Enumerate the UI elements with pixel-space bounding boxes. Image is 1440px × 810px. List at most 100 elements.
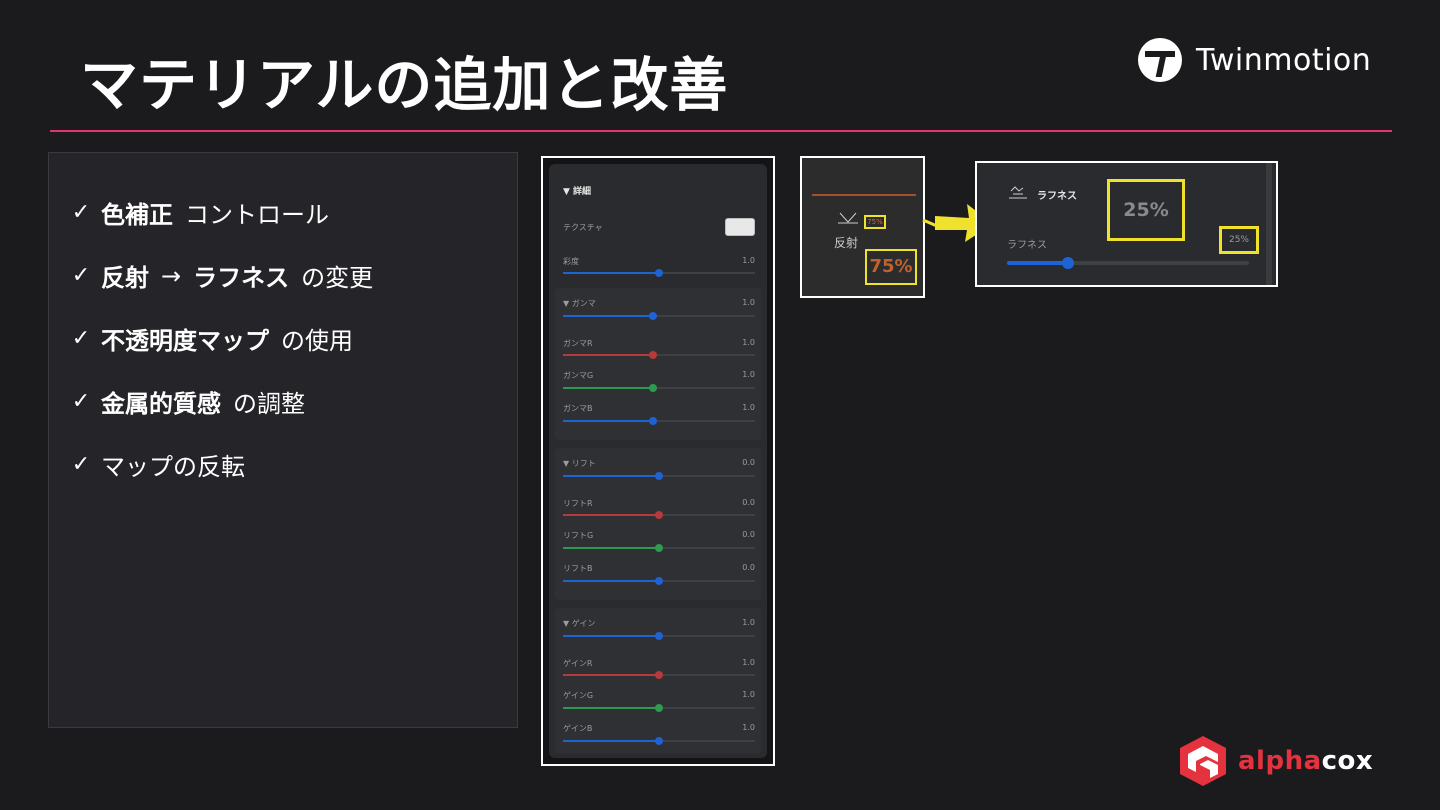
slider-knob[interactable]	[655, 671, 663, 679]
gamma-r-value: 1.0	[742, 338, 755, 347]
lift-b-slider[interactable]	[563, 577, 755, 585]
slider-fill	[563, 740, 659, 742]
gamma-b-label: ガンマB	[563, 404, 593, 413]
slider-fill	[563, 272, 659, 274]
reflection-value-zoom: 75%	[865, 249, 917, 285]
check-icon: ✓	[71, 263, 91, 288]
gamma-r-label: ガンマR	[563, 339, 593, 348]
alphacox-wordmark-alpha: alpha	[1238, 746, 1322, 776]
slider-knob[interactable]	[655, 704, 663, 712]
gain-b-label: ゲインB	[563, 724, 593, 733]
list-item: ✓ 不透明度マップ の使用	[61, 307, 517, 370]
gain-value: 1.0	[742, 618, 755, 627]
list-item: ✓ 金属的質感 の調整	[61, 370, 517, 433]
gain-r-slider[interactable]	[563, 671, 755, 679]
title-divider	[50, 130, 1392, 132]
roughness-value-zoom: 25%	[1107, 179, 1185, 241]
material-settings-panel: ▼ 詳細 テクスチャ 彩度 1.0 ▼ ガンマ 1.0 ガンマR 1.0 ガンマ…	[549, 164, 767, 758]
lift-r-label: リフトR	[563, 499, 593, 508]
texture-swatch[interactable]	[725, 218, 755, 236]
slider-knob[interactable]	[649, 417, 658, 425]
slider-fill	[563, 547, 659, 549]
lift-group-label[interactable]: ▼ リフト	[563, 458, 596, 469]
reflection-label: 反射	[834, 236, 859, 250]
list-item-text: コントロール	[185, 201, 329, 229]
reflection-icon	[838, 212, 858, 224]
gamma-group: ▼ ガンマ 1.0 ガンマR 1.0 ガンマG 1.0 ガンマB 1.0	[555, 288, 761, 440]
gain-b-slider[interactable]	[563, 737, 755, 745]
list-item: ✓ 色補正 コントロール	[61, 181, 517, 244]
slider-knob[interactable]	[655, 511, 663, 519]
gamma-value: 1.0	[742, 298, 755, 307]
arrow-right-icon: →	[161, 261, 182, 290]
roughness-icon	[1009, 186, 1027, 199]
slider-fill	[563, 315, 654, 317]
list-item-strong: 不透明度マップ	[101, 327, 269, 355]
feature-list-panel: ✓ 色補正 コントロール ✓ 反射 → ラフネス の変更 ✓ 不透明度マップ の…	[48, 152, 518, 728]
gain-r-value: 1.0	[742, 658, 755, 667]
roughness-title: ラフネス	[1037, 191, 1077, 202]
slider-knob[interactable]	[1061, 257, 1074, 269]
slider-fill	[563, 580, 659, 582]
list-item-text: マップの反転	[101, 453, 245, 481]
list-item: ✓ マップの反転	[61, 433, 517, 496]
list-item-text: の調整	[233, 390, 305, 418]
gamma-b-value: 1.0	[742, 403, 755, 412]
gamma-b-slider[interactable]	[563, 417, 755, 425]
slider-knob[interactable]	[655, 737, 663, 745]
gamma-r-slider[interactable]	[563, 351, 755, 359]
lift-b-label: リフトB	[563, 564, 593, 573]
gain-group-label[interactable]: ▼ ゲイン	[563, 618, 596, 629]
check-icon: ✓	[71, 389, 91, 414]
alphacox-logo: alphacox	[1178, 734, 1373, 788]
slider-fill	[563, 354, 654, 356]
gain-g-slider[interactable]	[563, 704, 755, 712]
lift-r-value: 0.0	[742, 498, 755, 507]
lift-value: 0.0	[742, 458, 755, 467]
lift-g-slider[interactable]	[563, 544, 755, 552]
twinmotion-logo-icon	[1138, 38, 1182, 82]
details-section-header[interactable]: ▼ 詳細	[563, 184, 591, 197]
gain-g-value: 1.0	[742, 690, 755, 699]
material-settings-screenshot: ▼ 詳細 テクスチャ 彩度 1.0 ▼ ガンマ 1.0 ガンマR 1.0 ガンマ…	[541, 156, 775, 766]
roughness-slider[interactable]	[1007, 257, 1249, 269]
slider-knob[interactable]	[655, 632, 663, 640]
slide-title: マテリアルの追加と改善	[80, 51, 729, 119]
slider-knob[interactable]	[649, 384, 658, 392]
slider-knob[interactable]	[655, 269, 663, 277]
twinmotion-wordmark: Twinmotion	[1196, 42, 1372, 78]
lift-r-slider[interactable]	[563, 511, 755, 519]
slider-fill	[1007, 261, 1068, 265]
texture-label: テクスチャ	[563, 223, 603, 232]
slider-knob[interactable]	[655, 577, 663, 585]
slider-knob[interactable]	[655, 544, 663, 552]
gamma-g-label: ガンマG	[563, 371, 594, 380]
list-item-text: の変更	[301, 264, 374, 292]
slider-fill	[563, 514, 659, 516]
divider-line	[812, 194, 916, 196]
slider-fill	[563, 707, 659, 709]
list-item-strong: 反射	[101, 264, 149, 292]
check-icon: ✓	[71, 200, 91, 225]
slider-fill	[563, 387, 654, 389]
lift-group: ▼ リフト 0.0 リフトR 0.0 リフトG 0.0 リフトB 0.0	[555, 448, 761, 600]
lift-b-value: 0.0	[742, 563, 755, 572]
slider-fill	[563, 674, 659, 676]
saturation-slider[interactable]	[563, 269, 755, 277]
list-item-strong: 金属的質感	[101, 390, 221, 418]
slider-knob[interactable]	[649, 312, 658, 320]
lift-slider[interactable]	[563, 472, 755, 480]
gamma-slider[interactable]	[563, 312, 755, 320]
slider-knob[interactable]	[655, 472, 663, 480]
alphacox-logo-icon	[1180, 736, 1226, 786]
roughness-screenshot: ラフネス 25% ラフネス 25%	[975, 161, 1278, 287]
gamma-g-slider[interactable]	[563, 384, 755, 392]
gain-r-label: ゲインR	[563, 659, 593, 668]
slider-fill	[563, 475, 659, 477]
gamma-group-label[interactable]: ▼ ガンマ	[563, 298, 596, 309]
roughness-slider-label: ラフネス	[1007, 240, 1047, 251]
gamma-g-value: 1.0	[742, 370, 755, 379]
roughness-value-highlight: 25%	[1219, 226, 1259, 254]
gain-slider[interactable]	[563, 632, 755, 640]
slider-knob[interactable]	[649, 351, 658, 359]
